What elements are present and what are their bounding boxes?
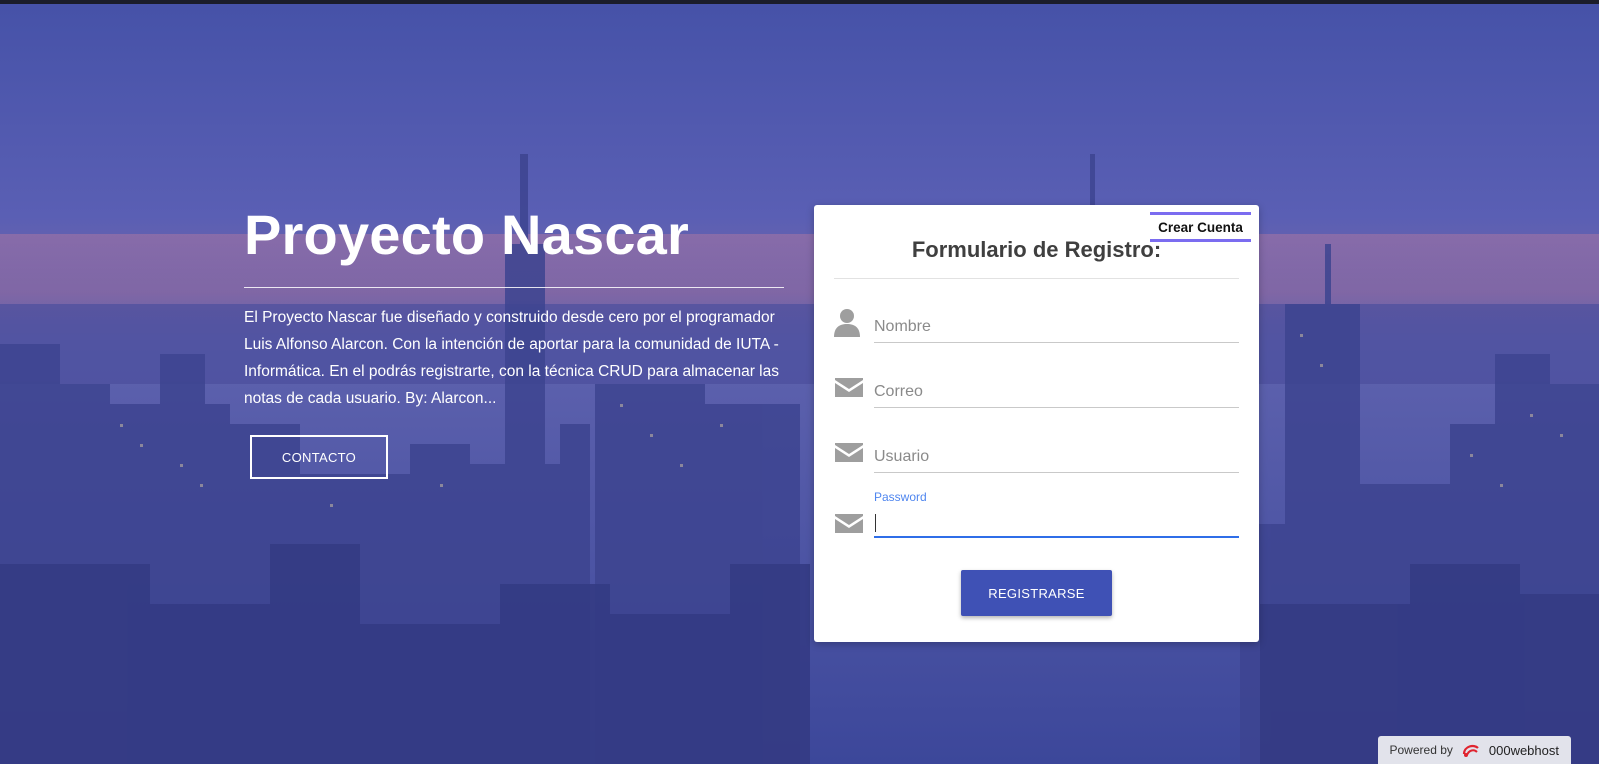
hero-title: Proyecto Nascar bbox=[244, 203, 690, 266]
hero-section: Proyecto Nascar El Proyecto Nascar fue d… bbox=[0, 4, 1599, 764]
email-input[interactable] bbox=[874, 366, 1239, 408]
host-name: 000webhost bbox=[1488, 742, 1559, 758]
hero-divider bbox=[244, 287, 784, 288]
envelope-icon bbox=[835, 378, 863, 397]
title-divider bbox=[834, 278, 1239, 279]
webhost-logo-icon bbox=[1462, 744, 1479, 757]
email-field bbox=[834, 366, 1239, 416]
form-title: Formulario de Registro: bbox=[911, 237, 1162, 262]
text-cursor bbox=[875, 514, 876, 532]
city-skyline-background bbox=[0, 4, 1599, 764]
username-input[interactable] bbox=[874, 431, 1239, 473]
password-field: Password bbox=[834, 490, 1239, 546]
powered-by-badge[interactable]: Powered by 000webhost bbox=[1377, 736, 1571, 764]
hero-description: El Proyecto Nascar fue diseñado y constr… bbox=[244, 309, 779, 407]
envelope-icon bbox=[835, 514, 863, 533]
contact-button[interactable]: CONTACTO bbox=[250, 435, 388, 479]
person-icon bbox=[834, 309, 860, 337]
name-input[interactable] bbox=[874, 301, 1239, 343]
envelope-icon bbox=[835, 443, 863, 462]
registration-card: Crear Cuenta Formulario de Registro: Nom… bbox=[814, 205, 1259, 642]
password-input[interactable] bbox=[874, 496, 1239, 538]
powered-by-label: Powered by bbox=[1389, 743, 1453, 757]
username-field bbox=[834, 431, 1239, 481]
register-button[interactable]: REGISTRARSE bbox=[961, 570, 1112, 616]
name-field bbox=[834, 301, 1239, 351]
